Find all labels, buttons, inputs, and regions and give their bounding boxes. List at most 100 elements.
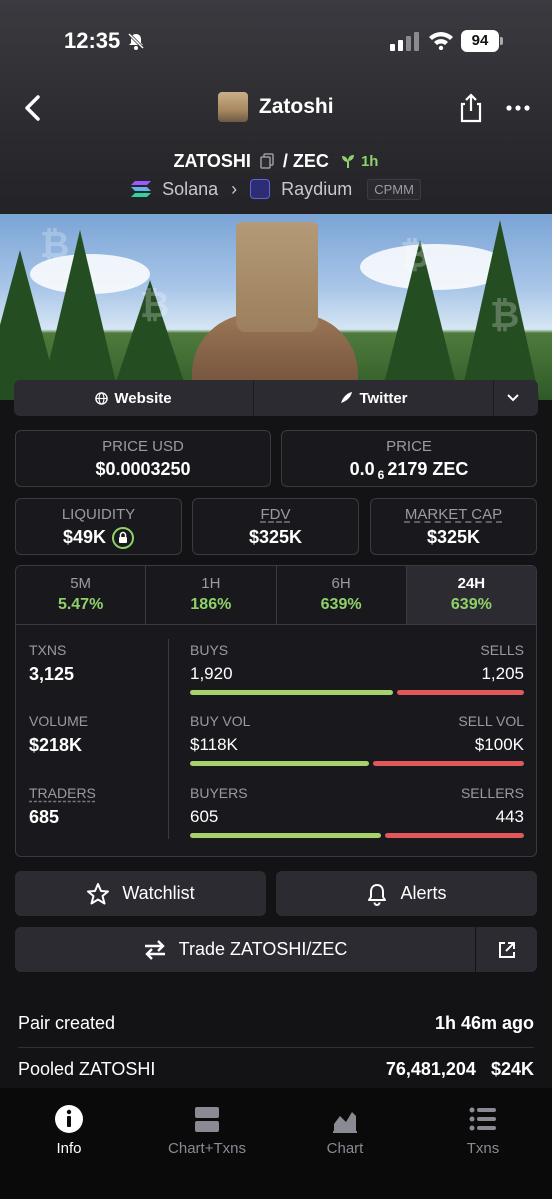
timeframe-tabs: 5M 5.47% 1H 186% 6H 639% 24H 639%: [16, 566, 536, 625]
pair-name: ZATOSHI / ZEC 1h: [0, 150, 552, 172]
bell-off-icon: [127, 32, 145, 50]
share-icon[interactable]: [458, 93, 484, 123]
token-banner-image: ₿ ₿ ₿ ₿: [0, 214, 552, 400]
market-cap-value: $325K: [426, 527, 481, 547]
tab-change: 639%: [320, 596, 362, 613]
pooled-row: Pooled ZATOSHI 76,481,204 $24K: [18, 1059, 534, 1080]
alerts-button[interactable]: Alerts: [276, 871, 537, 916]
tab-1h[interactable]: 1H 186%: [146, 566, 277, 624]
tab-5m[interactable]: 5M 5.47%: [16, 566, 147, 624]
watchlist-button[interactable]: Watchlist: [15, 871, 266, 916]
sells-label: SELLS: [480, 642, 524, 658]
token-avatar: [218, 92, 249, 122]
fdv-card: FDV $325K: [192, 498, 359, 555]
page-title: Zatoshi: [258, 95, 334, 118]
twitter-button[interactable]: Twitter: [254, 380, 494, 416]
bitcoin-watermark-icon: ₿: [140, 285, 170, 326]
buy-vol-value: $118K: [190, 735, 238, 754]
nav-chart[interactable]: Chart: [276, 1088, 414, 1199]
buys-value: 1,920: [190, 664, 233, 683]
globe-icon: [95, 391, 109, 405]
market-cap-card: MARKET CAP $325K: [370, 498, 537, 555]
battery-tip: [500, 37, 503, 45]
bitcoin-watermark-icon: ₿: [400, 235, 430, 276]
sells-value: 1,205: [481, 664, 524, 683]
traders-cell: TRADERS 685: [29, 785, 96, 828]
open-external-trade-button[interactable]: [476, 927, 537, 972]
liquidity-card: LIQUIDITY $49K: [15, 498, 182, 555]
tab-label: 6H: [331, 575, 351, 592]
sell-vol-value: $100K: [474, 735, 524, 754]
tab-6h[interactable]: 6H 639%: [277, 566, 407, 624]
buy-bar: [190, 690, 394, 695]
price-native-card: PRICE 0.0 6 2179 ZEC: [281, 430, 537, 487]
social-links-bar: Website Twitter: [14, 380, 538, 416]
sellers-label: SELLERS: [460, 785, 524, 801]
dex-name[interactable]: Raydium: [281, 179, 352, 199]
pair-created-label: Pair created: [18, 1013, 116, 1033]
more-options-icon[interactable]: [505, 101, 531, 115]
column-divider: [168, 639, 169, 839]
tab-change: 5.47%: [57, 596, 104, 613]
external-link-icon: [498, 941, 515, 958]
copy-icon[interactable]: [260, 153, 274, 169]
header: 12:35 94 Zatoshi ZATOSHI / ZEC 1h Solana…: [0, 0, 552, 214]
trade-label: Trade ZATOSHI/ZEC: [178, 939, 348, 959]
pooled-value: 76,481,204 $24K: [385, 1059, 534, 1079]
price-native-label: PRICE: [386, 438, 432, 455]
pair-age: 1h: [360, 152, 379, 170]
buys-sells-ratio-bar: [190, 690, 524, 695]
website-button[interactable]: Website: [14, 380, 254, 416]
more-links-button[interactable]: [494, 380, 538, 416]
buyers-label: BUYERS: [190, 785, 248, 801]
traders-label[interactable]: TRADERS: [29, 785, 96, 801]
buy-vol-label: BUY VOL: [190, 713, 251, 729]
lock-icon[interactable]: [112, 527, 135, 550]
tab-24h[interactable]: 24H 639%: [406, 566, 536, 624]
buys-sells-cell: BUYS SELLS 1,920 1,205: [190, 642, 524, 695]
liquidity-value: $49K: [16, 527, 181, 550]
star-icon: [87, 882, 110, 904]
network-name[interactable]: Solana: [162, 179, 218, 199]
nav-chart-txns[interactable]: Chart+Txns: [138, 1088, 276, 1199]
tab-label: 24H: [457, 575, 486, 592]
chevron-down-icon: [507, 394, 519, 402]
base-symbol: ZATOSHI: [173, 150, 251, 171]
cellular-signal-icon: [390, 32, 419, 51]
row-divider: [18, 1047, 534, 1048]
nav-txns-label: Txns: [466, 1140, 500, 1157]
buys-label: BUYS: [190, 642, 229, 658]
pair-separator: /: [282, 150, 288, 171]
volume-ratio-bar: [190, 761, 524, 766]
nav-txns[interactable]: Txns: [414, 1088, 552, 1199]
bitcoin-watermark-icon: ₿: [40, 225, 70, 266]
feather-icon: [341, 392, 353, 403]
swap-arrows-icon: [144, 939, 165, 960]
fdv-label[interactable]: FDV: [193, 506, 358, 523]
tab-change: 639%: [450, 596, 492, 613]
market-cap-label[interactable]: MARKET CAP: [371, 506, 536, 523]
bottom-nav: Info Chart+Txns Chart Txns: [0, 1088, 552, 1199]
chart-txns-icon: [195, 1107, 219, 1132]
list-icon: [469, 1107, 496, 1131]
chain-breadcrumb: Solana › Raydium CPMM: [0, 178, 552, 200]
buy-volume-bar: [190, 761, 369, 766]
nav-info-label: Info: [56, 1140, 82, 1157]
sprout-icon: [341, 155, 354, 169]
sellers-value: 443: [495, 807, 524, 826]
txns-label: TXNS: [29, 642, 67, 658]
buyers-ratio-bar: [190, 833, 524, 838]
chevron-right-icon: ›: [231, 178, 238, 199]
statue-paper-bag: [236, 222, 318, 332]
trade-button[interactable]: Trade ZATOSHI/ZEC: [15, 927, 475, 972]
price-usd-value: $0.0003250: [95, 459, 191, 479]
tab-label: 5M: [70, 575, 92, 592]
alerts-label: Alerts: [400, 883, 447, 903]
quote-symbol: ZEC: [292, 150, 329, 171]
tab-change: 186%: [190, 596, 232, 613]
trading-stats-panel: 5M 5.47% 1H 186% 6H 639% 24H 639% TXNS 3…: [15, 565, 537, 857]
buyers-value: 605: [190, 807, 219, 826]
nav-info[interactable]: Info: [0, 1088, 138, 1199]
battery-indicator: 94: [461, 30, 499, 52]
txns-value: 3,125: [29, 664, 75, 684]
